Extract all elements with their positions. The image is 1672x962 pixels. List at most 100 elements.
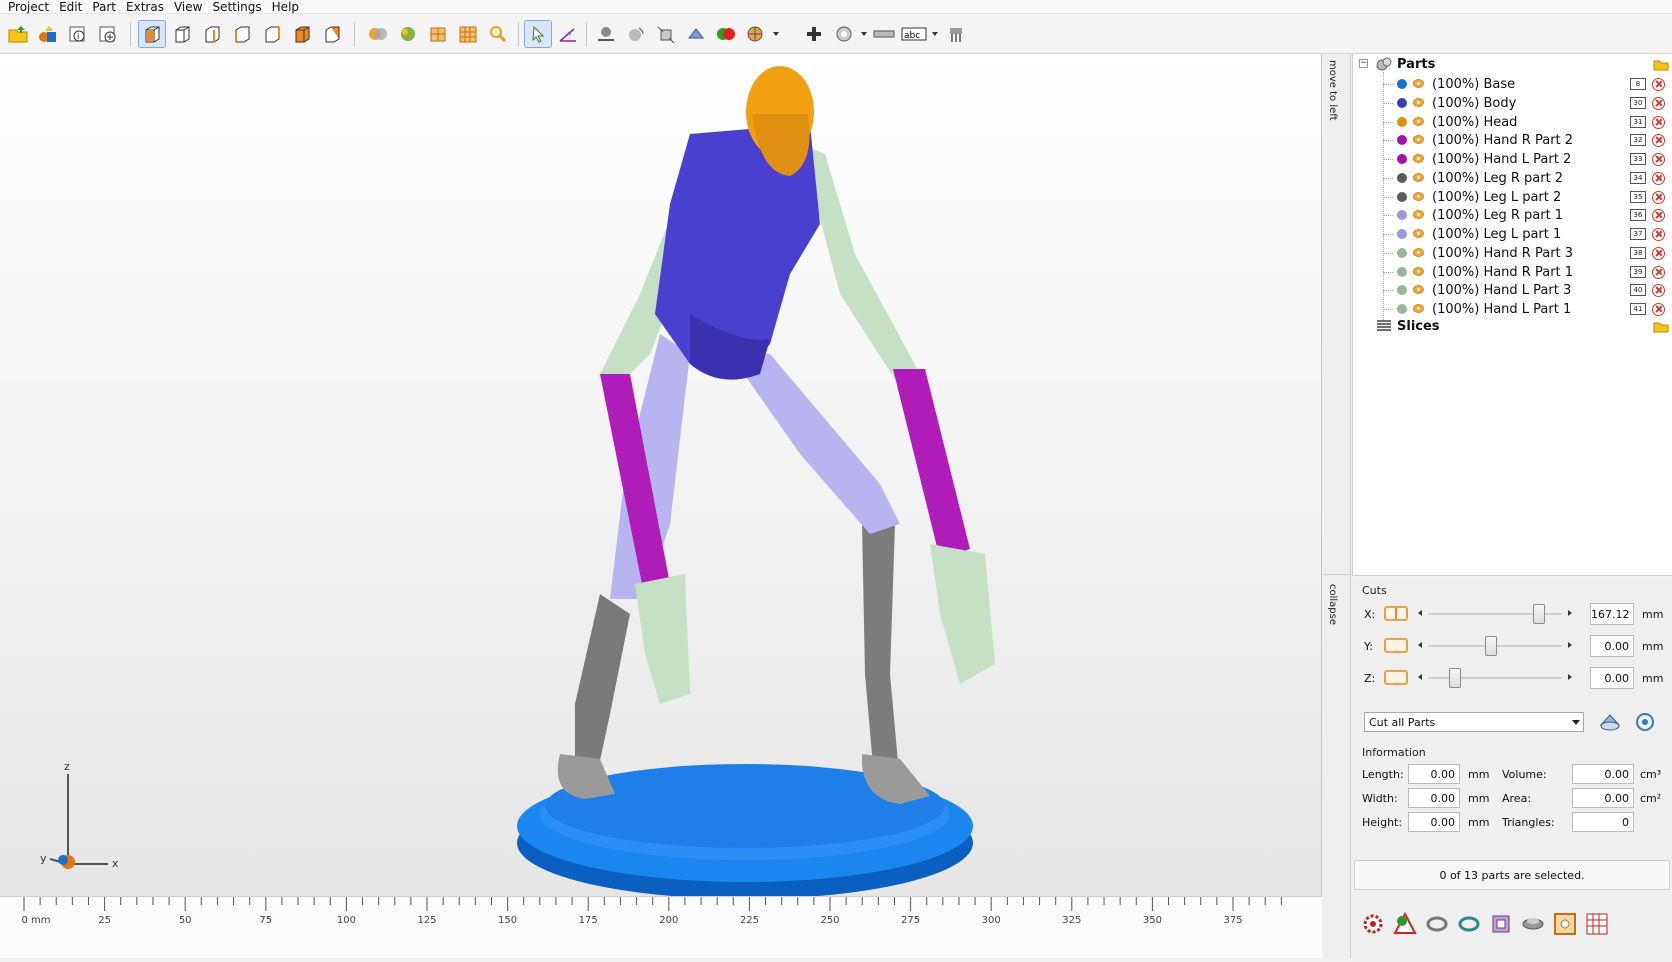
part-id-box[interactable]: 31: [1630, 115, 1646, 128]
cut-reset-icon[interactable]: [1634, 711, 1656, 736]
transparency-dropdown[interactable]: [861, 32, 867, 36]
part-color-dot[interactable]: [1397, 79, 1407, 89]
part-row[interactable]: (100%) Leg L part 1 37: [1353, 224, 1672, 244]
part-color-dot[interactable]: [1397, 247, 1407, 258]
eye-icon[interactable]: [1413, 304, 1424, 313]
part-color-dot[interactable]: [1397, 229, 1407, 239]
menu-extras[interactable]: Extras: [124, 0, 172, 14]
delete-icon[interactable]: [1652, 115, 1665, 129]
3d-viewport[interactable]: z y x: [0, 54, 1322, 958]
part-id-box[interactable]: 40: [1630, 284, 1646, 297]
measure-tool-icon[interactable]: [554, 20, 582, 48]
cut-z-icon[interactable]: [1384, 670, 1408, 685]
part-color-dot[interactable]: [1397, 285, 1407, 296]
eye-icon[interactable]: [1413, 97, 1424, 107]
part-color-icon[interactable]: [712, 20, 740, 48]
eye-icon[interactable]: [1413, 229, 1424, 238]
part-row[interactable]: (100%) Hand R Part 1 39: [1353, 262, 1672, 282]
eye-icon[interactable]: [1413, 154, 1424, 163]
part-color-dot[interactable]: [1397, 97, 1407, 108]
part-row[interactable]: (100%) Leg L part 2 35: [1353, 187, 1672, 207]
delete-icon[interactable]: [1652, 153, 1665, 166]
eye-icon[interactable]: [1413, 172, 1424, 182]
delete-icon[interactable]: [1652, 171, 1665, 185]
shaded-mode-icon[interactable]: [364, 20, 392, 48]
ruler-icon[interactable]: [870, 20, 898, 48]
view-back-icon[interactable]: [198, 20, 226, 48]
delete-icon[interactable]: [1652, 78, 1665, 91]
eye-icon[interactable]: [1413, 135, 1424, 145]
delete-icon[interactable]: [1652, 303, 1665, 316]
add-icon[interactable]: [800, 20, 828, 48]
part-color-dot[interactable]: [1397, 116, 1407, 127]
part-id-box[interactable]: 37: [1630, 228, 1646, 240]
cut-y-value[interactable]: 0.00: [1590, 635, 1634, 657]
eye-icon[interactable]: [1413, 116, 1424, 126]
cut-z-value[interactable]: 0.00: [1590, 667, 1634, 689]
link-icon[interactable]: [1424, 911, 1450, 937]
part-color-dot[interactable]: [1397, 135, 1407, 146]
slices-root[interactable]: Slices: [1353, 316, 1672, 336]
parts-root[interactable]: − Parts: [1353, 54, 1672, 74]
open-folder-icon[interactable]: [4, 20, 32, 48]
warning-icon[interactable]: [1392, 911, 1418, 937]
transparency-icon[interactable]: [830, 20, 858, 48]
part-id-box[interactable]: 30: [1630, 96, 1646, 109]
view-front-icon[interactable]: [168, 20, 196, 48]
cut-apply-icon[interactable]: [1598, 711, 1622, 736]
view-iso-icon[interactable]: [138, 20, 166, 48]
grid-icon[interactable]: [1584, 911, 1610, 937]
part-row[interactable]: (100%) Leg R part 1 36: [1353, 205, 1672, 225]
view-bottom-icon[interactable]: [318, 20, 346, 48]
cube-icon[interactable]: [1488, 911, 1514, 937]
add-slice-icon[interactable]: [1653, 319, 1669, 336]
view-left-icon[interactable]: [228, 20, 256, 48]
eye-icon[interactable]: [1413, 247, 1424, 257]
part-row[interactable]: (100%) Hand R Part 3 38: [1353, 243, 1672, 263]
menu-help[interactable]: Help: [270, 0, 307, 14]
part-row[interactable]: (100%) Leg R part 2 34: [1353, 168, 1672, 188]
delete-icon[interactable]: [1652, 134, 1665, 148]
menu-settings[interactable]: Settings: [210, 0, 269, 14]
part-row[interactable]: (100%) Hand L Part 2 33: [1353, 149, 1672, 169]
move-icon[interactable]: [682, 20, 710, 48]
collapse-toggle[interactable]: −: [1359, 59, 1368, 68]
part-row[interactable]: (100%) Body 30: [1353, 93, 1672, 113]
gear-icon[interactable]: [1360, 911, 1386, 937]
square-icon[interactable]: [1552, 911, 1578, 937]
rotate-icon[interactable]: [622, 20, 650, 48]
wireframe-mode-icon[interactable]: [424, 20, 452, 48]
project-info-icon[interactable]: i: [64, 20, 92, 48]
part-id-box[interactable]: 32: [1630, 134, 1646, 147]
part-row[interactable]: (100%) Hand L Part 3 40: [1353, 280, 1672, 300]
support-icon[interactable]: [942, 20, 970, 48]
cut-x-value[interactable]: 167.12: [1590, 603, 1634, 625]
mesh-mode-icon[interactable]: [454, 20, 482, 48]
part-color-dot[interactable]: [1397, 266, 1407, 277]
delete-icon[interactable]: [1652, 246, 1665, 260]
part-id-box[interactable]: 36: [1630, 209, 1646, 222]
part-row[interactable]: (100%) Hand R Part 2 32: [1353, 130, 1672, 150]
move-to-left-tab[interactable]: move to left: [1327, 60, 1338, 121]
view-right-icon[interactable]: [258, 20, 286, 48]
cut-y-icon[interactable]: [1384, 638, 1408, 653]
eye-icon[interactable]: [1413, 210, 1424, 220]
place-on-ground-icon[interactable]: [592, 20, 620, 48]
part-id-box[interactable]: 33: [1630, 153, 1646, 165]
disk-icon[interactable]: [1520, 911, 1546, 937]
sync-icon[interactable]: [1456, 911, 1482, 937]
text-label-dropdown[interactable]: [932, 32, 938, 36]
part-color-dot[interactable]: [1397, 304, 1407, 314]
render-style-icon[interactable]: [742, 20, 770, 48]
menu-view[interactable]: View: [172, 0, 210, 14]
cut-x-icon[interactable]: [1384, 606, 1408, 621]
part-id-box[interactable]: 8: [1630, 78, 1646, 90]
part-id-box[interactable]: 35: [1630, 190, 1646, 203]
cut-y-slider[interactable]: [1418, 636, 1572, 656]
eye-icon[interactable]: [1413, 285, 1424, 295]
color-mode-icon[interactable]: [394, 20, 422, 48]
delete-icon[interactable]: [1652, 265, 1665, 279]
delete-icon[interactable]: [1652, 228, 1665, 241]
part-row[interactable]: (100%) Head 31: [1353, 112, 1672, 132]
part-color-dot[interactable]: [1397, 210, 1407, 221]
